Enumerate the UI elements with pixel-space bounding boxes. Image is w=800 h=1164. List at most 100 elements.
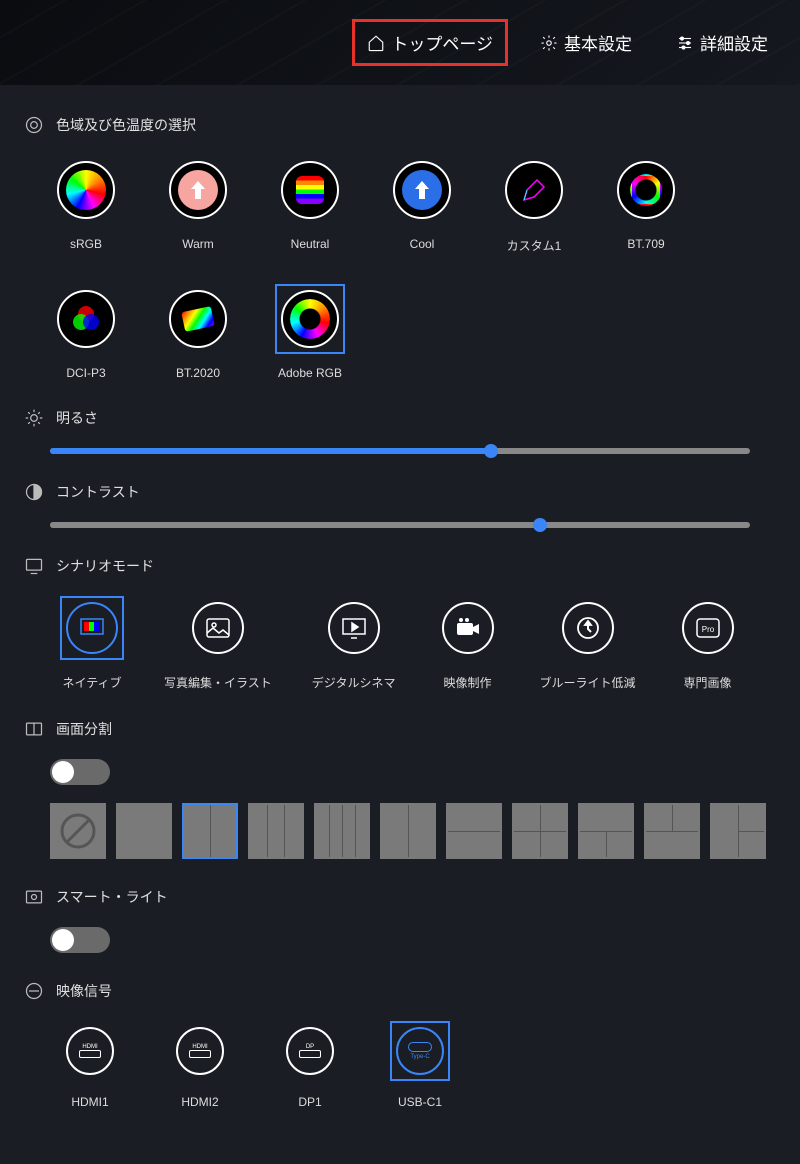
scenario-native-label: ネイティブ: [62, 674, 121, 691]
gamut-neutral-label: Neutral: [291, 237, 330, 251]
usbc-port-icon: [408, 1042, 432, 1052]
signal-title: 映像信号: [56, 981, 112, 1001]
dp-port-icon: [299, 1050, 321, 1058]
section-signal: 映像信号 HDMI HDMI1 HDMI HDMI2 DP DP1 Type-C…: [20, 981, 780, 1109]
nav-basic-settings[interactable]: 基本設定: [528, 20, 644, 65]
lightbulb-icon: [24, 887, 44, 907]
section-contrast: コントラスト: [20, 482, 780, 528]
gamut-cool-label: Cool: [410, 237, 435, 251]
nav-advanced-settings[interactable]: 詳細設定: [664, 20, 780, 65]
gamut-bt709[interactable]: BT.709: [610, 155, 682, 254]
brightness-header: 明るさ: [20, 408, 780, 428]
cool-arrow-icon: [415, 181, 429, 199]
section-brightness: 明るさ: [20, 408, 780, 454]
split-none[interactable]: [50, 803, 106, 859]
split-header: 画面分割: [20, 719, 780, 739]
contrast-icon: [24, 482, 44, 502]
scenario-photo[interactable]: 写真編集・イラスト: [164, 596, 272, 691]
signal-header: 映像信号: [20, 981, 780, 1001]
split-toggle[interactable]: [50, 759, 110, 785]
scenario-photo-label: 写真編集・イラスト: [164, 674, 272, 691]
split-q4[interactable]: [512, 803, 568, 859]
bluelight-icon: [575, 615, 601, 641]
gamut-custom1-label: カスタム1: [507, 237, 562, 254]
gamut-neutral[interactable]: Neutral: [274, 155, 346, 254]
nav-advanced-label: 詳細設定: [700, 30, 768, 55]
nav-basic-label: 基本設定: [564, 30, 632, 55]
split-v2[interactable]: [182, 803, 238, 859]
scenario-video-label: 映像制作: [444, 674, 492, 691]
gamut-preset-grid: sRGB Warm Neutral Cool カスタム1: [20, 155, 780, 380]
gamut-custom1[interactable]: カスタム1: [498, 155, 570, 254]
image-icon: [205, 617, 231, 639]
brightness-icon: [24, 408, 44, 428]
gamut-title: 色域及び色温度の選択: [56, 115, 196, 135]
pro-icon: Pro: [695, 617, 721, 639]
smartlight-title: スマート・ライト: [56, 887, 168, 907]
scenario-header: シナリオモード: [20, 556, 780, 576]
section-gamut: 色域及び色温度の選択 sRGB Warm Neutral Cool: [20, 115, 780, 380]
smartlight-toggle[interactable]: [50, 927, 110, 953]
gamut-bt2020-label: BT.2020: [176, 366, 220, 380]
gamut-srgb-label: sRGB: [70, 237, 102, 251]
scenario-pro-label: 専門画像: [684, 674, 732, 691]
section-split: 画面分割: [20, 719, 780, 859]
hdmi-port-icon: [189, 1050, 211, 1058]
scenario-cinema[interactable]: デジタルシネマ: [312, 596, 396, 691]
signal-grid: HDMI HDMI1 HDMI HDMI2 DP DP1 Type-C USB-…: [20, 1021, 780, 1109]
signal-hdmi2[interactable]: HDMI HDMI2: [170, 1021, 230, 1109]
gamut-srgb[interactable]: sRGB: [50, 155, 122, 254]
main-content: 色域及び色温度の選択 sRGB Warm Neutral Cool: [0, 85, 800, 1139]
gamut-dcip3-label: DCI-P3: [66, 366, 105, 380]
smartlight-header: スマート・ライト: [20, 887, 780, 907]
split-icon: [24, 719, 44, 739]
split-full[interactable]: [116, 803, 172, 859]
split-t3c[interactable]: [710, 803, 766, 859]
gamut-cool[interactable]: Cool: [386, 155, 458, 254]
gamut-warm[interactable]: Warm: [162, 155, 234, 254]
rgb-circles-icon: [69, 302, 103, 336]
split-h2[interactable]: [446, 803, 502, 859]
hdmi-port-icon: [79, 1050, 101, 1058]
split-v4[interactable]: [380, 803, 436, 859]
sliders-icon: [676, 34, 694, 52]
input-icon: [24, 981, 44, 1001]
scenario-title: シナリオモード: [56, 556, 154, 576]
svg-text:Pro: Pro: [701, 625, 714, 634]
contrast-slider[interactable]: [50, 522, 750, 528]
native-icon: [79, 617, 105, 639]
signal-hdmi1[interactable]: HDMI HDMI1: [60, 1021, 120, 1109]
split-v3a[interactable]: [248, 803, 304, 859]
gamut-bt2020[interactable]: BT.2020: [162, 284, 234, 380]
home-icon: [367, 34, 385, 52]
split-t3b[interactable]: [644, 803, 700, 859]
gear-icon: [540, 34, 558, 52]
split-title: 画面分割: [56, 719, 112, 739]
split-layout-grid: [20, 803, 780, 859]
nav-top-page[interactable]: トップページ: [352, 19, 508, 66]
split-t3a[interactable]: [578, 803, 634, 859]
scenario-native[interactable]: ネイティブ: [60, 596, 124, 691]
signal-usbc1-label: USB-C1: [398, 1095, 442, 1109]
monitor-icon: [24, 556, 44, 576]
contrast-header: コントラスト: [20, 482, 780, 502]
scenario-pro[interactable]: Pro 専門画像: [676, 596, 740, 691]
prohibit-icon: [58, 811, 98, 851]
signal-dp1[interactable]: DP DP1: [280, 1021, 340, 1109]
signal-dp1-label: DP1: [298, 1095, 321, 1109]
gamut-adobergb-label: Adobe RGB: [278, 366, 342, 380]
gamut-dcip3[interactable]: DCI-P3: [50, 284, 122, 380]
gamut-header: 色域及び色温度の選択: [20, 115, 780, 135]
signal-usbc1[interactable]: Type-C USB-C1: [390, 1021, 450, 1109]
gamut-warm-label: Warm: [182, 237, 214, 251]
scenario-video[interactable]: 映像制作: [436, 596, 500, 691]
brightness-slider[interactable]: [50, 448, 750, 454]
brightness-title: 明るさ: [56, 408, 98, 428]
scenario-cinema-label: デジタルシネマ: [312, 674, 396, 691]
gamut-bt709-label: BT.709: [627, 237, 664, 251]
split-v3b[interactable]: [314, 803, 370, 859]
gamut-adobergb[interactable]: Adobe RGB: [274, 284, 346, 380]
scenario-bluelight[interactable]: ブルーライト低減: [540, 596, 636, 691]
play-screen-icon: [341, 617, 367, 639]
top-navigation: トップページ 基本設定 詳細設定: [0, 0, 800, 85]
